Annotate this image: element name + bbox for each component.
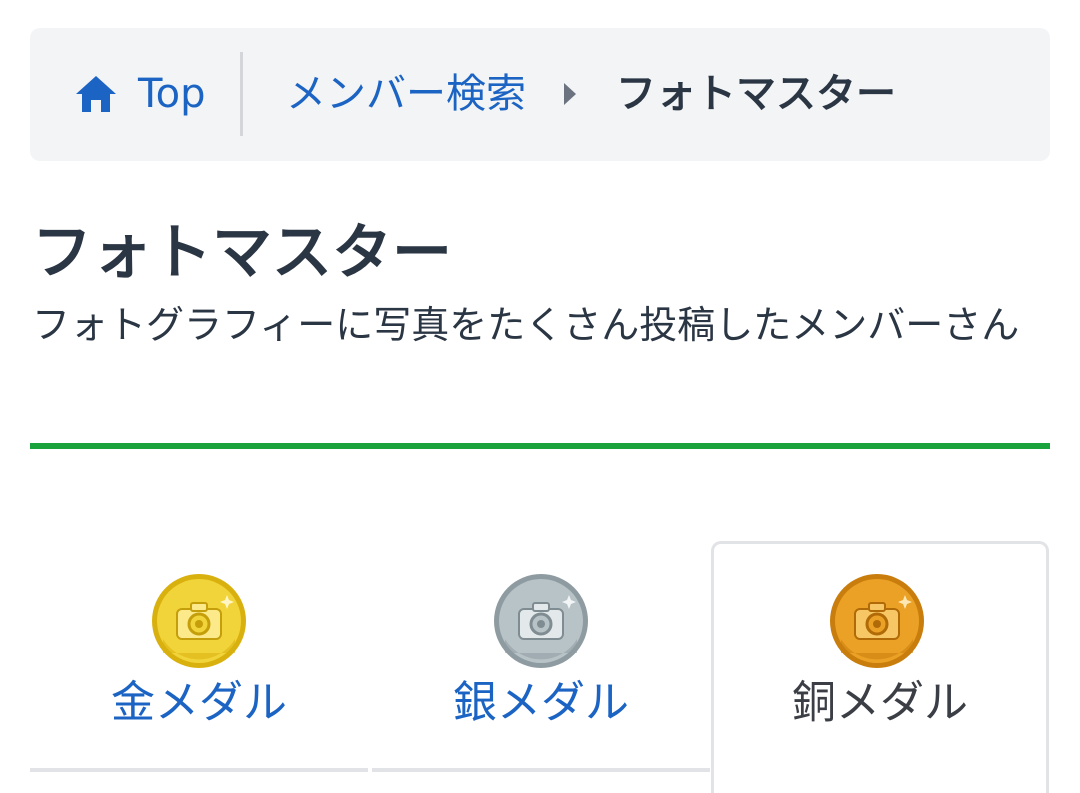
bronze-medal-camera-icon xyxy=(830,574,924,668)
tab-gold-medal[interactable]: 金メダル xyxy=(30,541,368,772)
breadcrumb-home-link[interactable]: Top xyxy=(74,66,206,122)
tab-gold-medal-label: 金メダル xyxy=(111,677,287,728)
section-divider xyxy=(30,443,1050,449)
chevron-right-icon xyxy=(564,83,576,105)
breadcrumb-divider xyxy=(240,52,243,136)
home-icon xyxy=(76,76,116,112)
breadcrumb: Top メンバー検索 フォトマスター xyxy=(30,28,1050,161)
page-description: フォトグラフィーに写真をたくさん投稿したメンバーさん xyxy=(32,303,1020,347)
tab-bronze-medal-label: 銅メダル xyxy=(792,677,968,728)
breadcrumb-current: フォトマスター xyxy=(616,71,896,117)
breadcrumb-home-label: Top xyxy=(138,71,206,117)
tab-bronze-medal[interactable]: 銅メダル xyxy=(711,541,1049,793)
gold-medal-camera-icon xyxy=(152,574,246,668)
breadcrumb-member-search-link[interactable]: メンバー検索 xyxy=(286,66,526,122)
page-title: フォトマスター xyxy=(32,218,452,288)
silver-medal-camera-icon xyxy=(494,574,588,668)
tab-silver-medal[interactable]: 銀メダル xyxy=(372,541,710,772)
tab-silver-medal-label: 銀メダル xyxy=(453,677,629,728)
